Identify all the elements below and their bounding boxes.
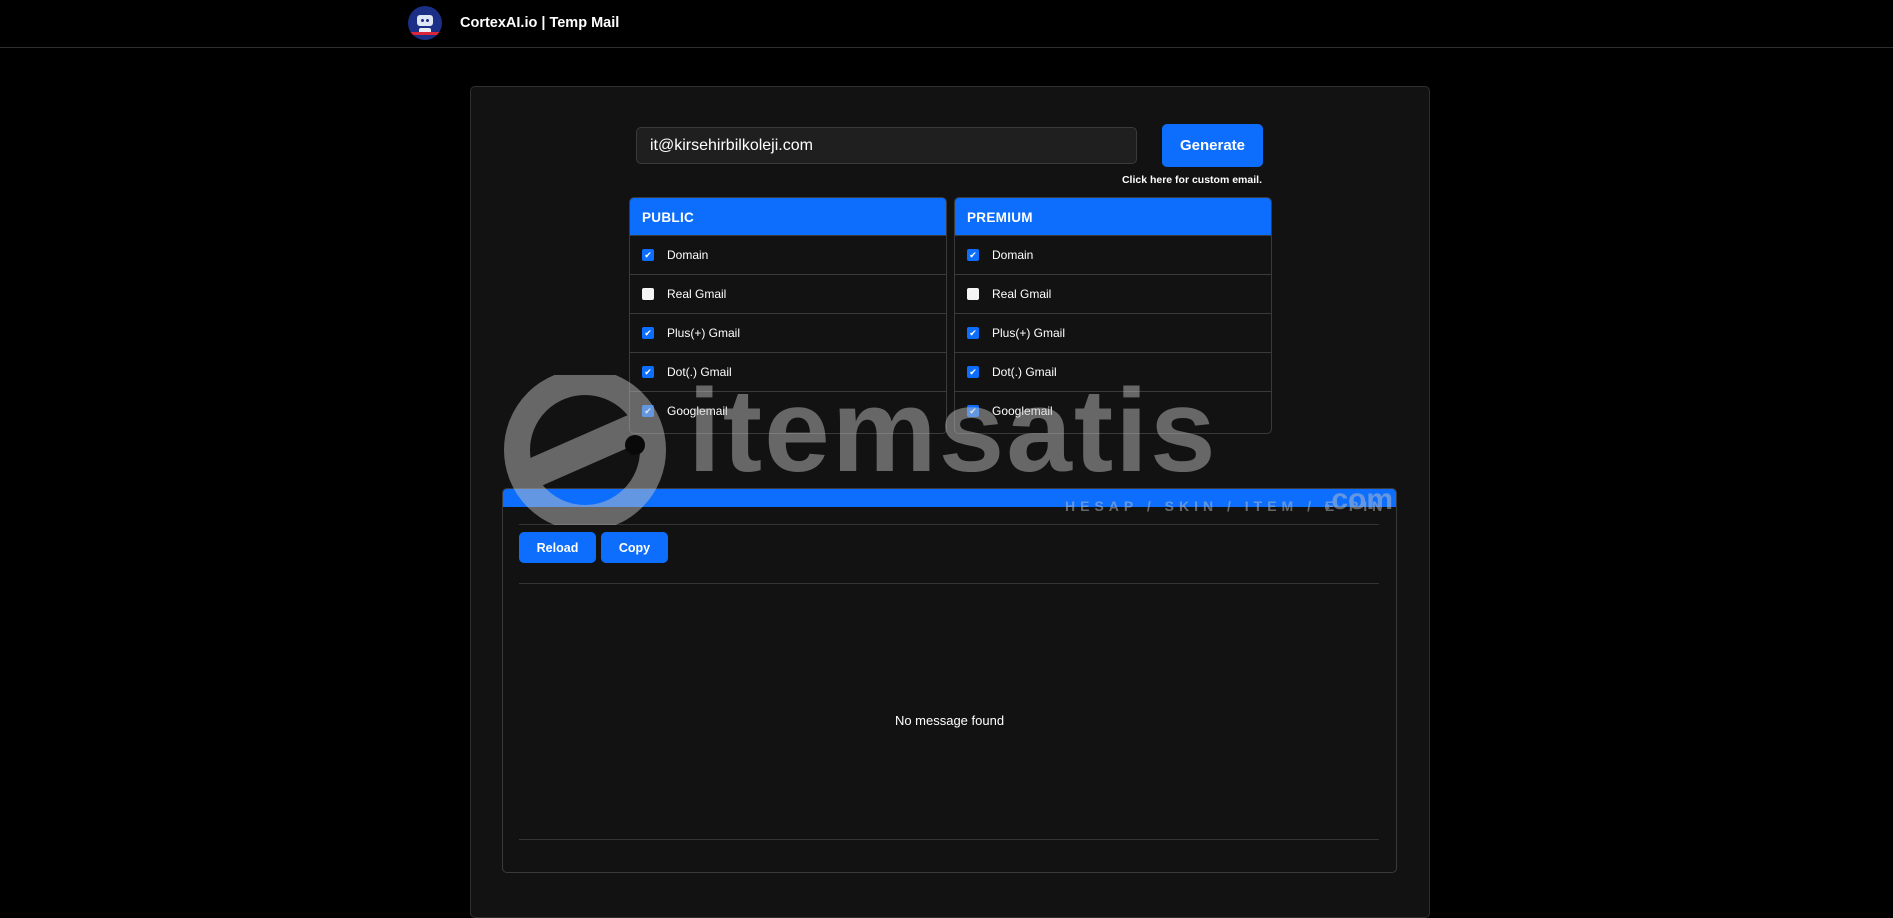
copy-button[interactable]: Copy bbox=[601, 532, 668, 563]
option-label: Googlemail bbox=[667, 404, 728, 418]
checkbox[interactable]: ✔ bbox=[642, 327, 654, 339]
divider bbox=[519, 583, 1379, 584]
premium-panel-title: PREMIUM bbox=[955, 198, 1271, 235]
option-label: Plus(+) Gmail bbox=[667, 326, 741, 340]
public-option-row[interactable]: ✔ Dot(.) Gmail bbox=[630, 352, 946, 391]
divider bbox=[519, 524, 1379, 525]
option-label: Real Gmail bbox=[992, 287, 1052, 301]
public-option-row[interactable]: ✔ Domain bbox=[630, 235, 946, 274]
premium-option-row[interactable]: ✔ Plus(+) Gmail bbox=[955, 313, 1271, 352]
inbox-panel: Reload Copy No message found bbox=[502, 488, 1397, 873]
checkbox[interactable]: ✔ bbox=[967, 288, 979, 300]
checkbox[interactable]: ✔ bbox=[967, 327, 979, 339]
checkbox[interactable]: ✔ bbox=[967, 405, 979, 417]
divider bbox=[519, 839, 1379, 840]
option-label: Plus(+) Gmail bbox=[992, 326, 1066, 340]
checkbox[interactable]: ✔ bbox=[642, 288, 654, 300]
premium-option-row[interactable]: ✔ Dot(.) Gmail bbox=[955, 352, 1271, 391]
brand-title: CortexAI.io | Temp Mail bbox=[460, 15, 620, 31]
email-input[interactable] bbox=[636, 127, 1137, 164]
public-panel-title: PUBLIC bbox=[630, 198, 946, 235]
navbar: CortexAI.io | Temp Mail bbox=[0, 0, 1893, 48]
option-label: Googlemail bbox=[992, 404, 1053, 418]
public-option-row[interactable]: ✔ Real Gmail bbox=[630, 274, 946, 313]
option-label: Dot(.) Gmail bbox=[667, 365, 732, 379]
reload-button[interactable]: Reload bbox=[519, 532, 596, 563]
inbox-header-bar bbox=[503, 489, 1396, 507]
brand-link[interactable]: CortexAI.io | Temp Mail bbox=[408, 6, 619, 40]
checkbox[interactable]: ✔ bbox=[642, 405, 654, 417]
checkbox[interactable]: ✔ bbox=[967, 249, 979, 261]
custom-email-link[interactable]: Click here for custom email. bbox=[1060, 174, 1262, 186]
robot-logo-icon bbox=[408, 6, 442, 40]
option-label: Domain bbox=[667, 248, 709, 262]
public-option-row[interactable]: ✔ Googlemail bbox=[630, 391, 946, 430]
generate-button[interactable]: Generate bbox=[1162, 124, 1263, 167]
checkbox[interactable]: ✔ bbox=[967, 366, 979, 378]
option-label: Dot(.) Gmail bbox=[992, 365, 1057, 379]
premium-option-row[interactable]: ✔ Googlemail bbox=[955, 391, 1271, 430]
public-panel: PUBLIC ✔Domain✔Real Gmail✔Plus(+) Gmail✔… bbox=[629, 197, 947, 434]
option-label: Real Gmail bbox=[667, 287, 727, 301]
premium-panel: PREMIUM ✔ Domain ✔ Real Gmail ✔ Plus(+) Gmail… bbox=[954, 197, 1272, 434]
checkbox[interactable]: ✔ bbox=[642, 366, 654, 378]
public-option-row[interactable]: ✔ Plus(+) Gmail bbox=[630, 313, 946, 352]
premium-option-row[interactable]: ✔ Real Gmail bbox=[955, 274, 1271, 313]
option-label: Domain bbox=[992, 248, 1034, 262]
empty-inbox-message: No message found bbox=[894, 713, 1005, 728]
premium-option-row[interactable]: ✔ Domain bbox=[955, 235, 1271, 274]
checkbox[interactable]: ✔ bbox=[642, 249, 654, 261]
